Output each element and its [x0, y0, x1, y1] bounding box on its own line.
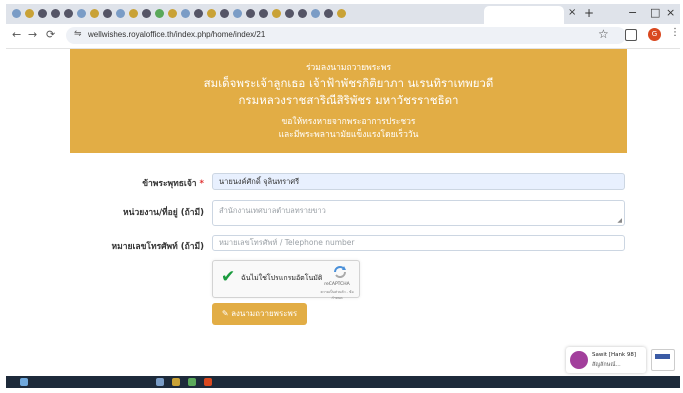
- banner-line: ขอให้ทรงหายจากพระอาการประชวร: [281, 117, 416, 127]
- header-banner: ร่วมลงนามถวายพระพร สมเด็จพระเจ้าลูกเธอ เ…: [70, 49, 627, 153]
- name-input[interactable]: นายนงค์ศักดิ์ จุลินทราศรี: [212, 173, 625, 190]
- recaptcha-logo-icon: [334, 266, 346, 278]
- notification-title: Sawit [Hank 98]: [592, 352, 637, 358]
- org-textarea[interactable]: สำนักงานเทศบาลตำบลทรายขาว ◢: [212, 200, 625, 226]
- tab-favicon[interactable]: [116, 9, 125, 18]
- bookmark-star-icon[interactable]: ☆: [598, 27, 609, 41]
- phone-placeholder: หมายเลขโทรศัพท์ / Telephone number: [219, 238, 355, 247]
- banner-title: สมเด็จพระเจ้าลูกเธอ เจ้าฟ้าพัชรกิติยาภา …: [203, 76, 494, 90]
- tab-favicon[interactable]: [207, 9, 216, 18]
- tab-favicon[interactable]: [298, 9, 307, 18]
- required-mark: *: [199, 179, 204, 189]
- chat-notification[interactable]: Sawit [Hank 98] สัญลักษณ์...: [566, 347, 646, 373]
- tab-favicon[interactable]: [194, 9, 203, 18]
- forward-icon[interactable]: →: [28, 28, 37, 41]
- avatar: [570, 351, 588, 369]
- recaptcha-label: ฉันไม่ใช่โปรแกรมอัตโนมัติ: [241, 274, 323, 282]
- tab-favicons: [12, 9, 346, 18]
- sign-well-wishes-button[interactable]: ✎ ลงนามถวายพระพร: [212, 303, 307, 325]
- org-label: หน่วยงาน/ที่อยู่ (ถ้ามี): [123, 208, 204, 218]
- tab-favicon[interactable]: [324, 9, 333, 18]
- tab-favicon[interactable]: [272, 9, 281, 18]
- org-placeholder: สำนักงานเทศบาลตำบลทรายขาว: [219, 206, 326, 215]
- tab-favicon[interactable]: [246, 9, 255, 18]
- active-tab[interactable]: [484, 6, 564, 24]
- banner-title: กรมหลวงราชสาริณีสิริพัชร มหาวัชรราชธิดา: [238, 93, 459, 107]
- checkmark-icon[interactable]: ✔: [221, 267, 235, 287]
- site-settings-icon[interactable]: ⇋: [74, 29, 82, 39]
- reload-icon[interactable]: ⟳: [46, 28, 55, 41]
- maximize-button[interactable]: □: [650, 6, 660, 19]
- taskbar-app-icon[interactable]: [156, 378, 164, 386]
- tab-favicon[interactable]: [285, 9, 294, 18]
- phone-label: หมายเลขโทรศัพท์ (ถ้ามี): [111, 242, 204, 252]
- edit-icon: ✎: [221, 309, 229, 318]
- tab-favicon[interactable]: [168, 9, 177, 18]
- tab-favicon[interactable]: [220, 9, 229, 18]
- tab-favicon[interactable]: [155, 9, 164, 18]
- start-icon[interactable]: [20, 378, 28, 386]
- url-text[interactable]: wellwishes.royaloffice.th/index.php/home…: [88, 30, 265, 39]
- tab-favicon[interactable]: [337, 9, 346, 18]
- tab-favicon[interactable]: [142, 9, 151, 18]
- tab-favicon[interactable]: [38, 9, 47, 18]
- menu-icon[interactable]: ⋮: [670, 27, 680, 38]
- browser-window: × + − □ × ← → ⟳ ⇋ wellwishes.royaloffice…: [6, 4, 680, 388]
- minimize-button[interactable]: −: [628, 6, 637, 19]
- window-close-button[interactable]: ×: [666, 6, 675, 19]
- tab-favicon[interactable]: [90, 9, 99, 18]
- taskbar-app-icon[interactable]: [172, 378, 180, 386]
- taskbar-app-icon[interactable]: [188, 378, 196, 386]
- chat-widget-button[interactable]: [651, 349, 675, 371]
- tab-favicon[interactable]: [12, 9, 21, 18]
- profile-avatar[interactable]: G: [648, 28, 661, 41]
- banner-line: ร่วมลงนามถวายพระพร: [305, 63, 392, 73]
- new-tab-button[interactable]: +: [584, 6, 594, 20]
- name-label-text: ข้าพระพุทธเจ้า: [142, 179, 197, 189]
- browser-toolbar: ← → ⟳ ⇋ wellwishes.royaloffice.th/index.…: [6, 24, 680, 49]
- address-bar[interactable]: ⇋ wellwishes.royaloffice.th/index.php/ho…: [66, 27, 626, 44]
- banner-line: และมีพระพลานามัยแข็งแรงโดยเร็ววัน: [278, 130, 419, 140]
- taskbar: [6, 376, 680, 388]
- tab-favicon[interactable]: [233, 9, 242, 18]
- submit-label: ลงนามถวายพระพร: [231, 309, 298, 318]
- recaptcha-widget: ✔ ฉันไม่ใช่โปรแกรมอัตโนมัติ reCAPTCHA คว…: [212, 260, 360, 301]
- tab-favicon[interactable]: [25, 9, 34, 18]
- tab-favicon[interactable]: [311, 9, 320, 18]
- name-label: ข้าพระพุทธเจ้า *: [66, 176, 204, 190]
- recaptcha-terms-link[interactable]: ความเป็นส่วนตัว - ข้อกำหนด: [317, 289, 357, 301]
- extensions-icon[interactable]: [625, 29, 637, 41]
- tab-favicon[interactable]: [181, 9, 190, 18]
- tab-close-icon[interactable]: ×: [568, 7, 576, 18]
- back-icon[interactable]: ←: [12, 28, 21, 41]
- tab-favicon[interactable]: [64, 9, 73, 18]
- notification-subtitle: สัญลักษณ์...: [592, 362, 621, 368]
- tab-favicon[interactable]: [129, 9, 138, 18]
- tab-favicon[interactable]: [259, 9, 268, 18]
- tab-favicon[interactable]: [103, 9, 112, 18]
- tab-favicon[interactable]: [51, 9, 60, 18]
- recaptcha-brand: reCAPTCHA: [324, 282, 350, 287]
- taskbar-app-icon[interactable]: [204, 378, 212, 386]
- phone-input[interactable]: หมายเลขโทรศัพท์ / Telephone number: [212, 235, 625, 251]
- tab-favicon[interactable]: [77, 9, 86, 18]
- chat-icon: [655, 354, 670, 359]
- resize-handle-icon[interactable]: ◢: [617, 217, 622, 224]
- tab-strip: × + − □ ×: [6, 4, 680, 24]
